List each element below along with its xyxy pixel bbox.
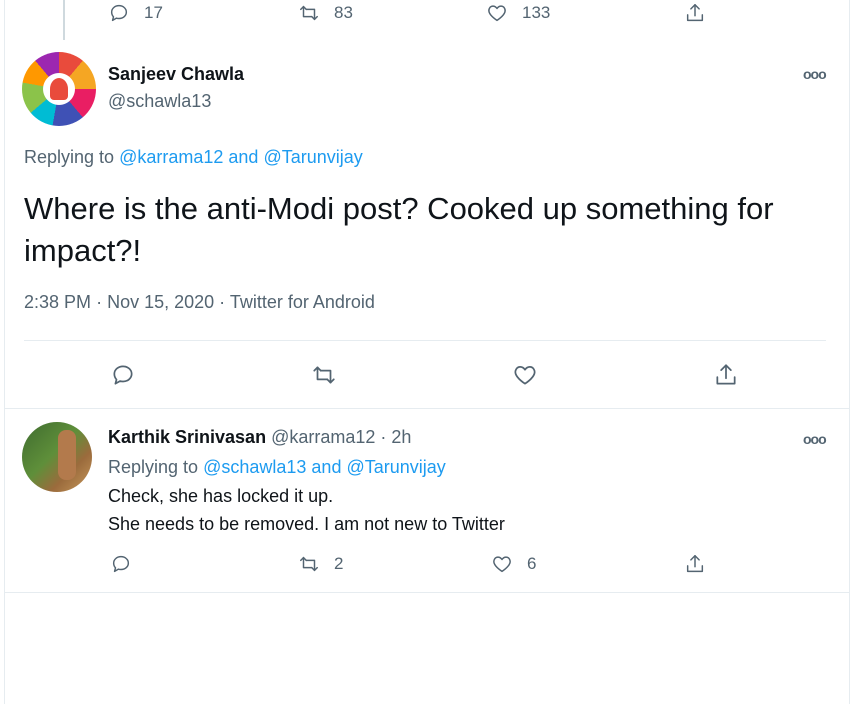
reply-icon xyxy=(112,555,130,573)
retweet-icon xyxy=(300,556,318,572)
reply-mention-tarunvijay[interactable]: @Tarunvijay xyxy=(263,147,362,167)
tweet-source[interactable]: Twitter for Android xyxy=(230,292,375,312)
more-icon[interactable]: ooo xyxy=(803,431,827,447)
prev-retweet-count: 83 xyxy=(334,3,353,22)
prev-like-count: 133 xyxy=(522,3,551,22)
tweet-body-text: Where is the anti-Modi post? Cooked up s… xyxy=(24,191,774,268)
reply-share-button[interactable] xyxy=(684,553,706,575)
replying-prefix: Replying to xyxy=(108,457,199,477)
retweet-button[interactable] xyxy=(311,362,337,388)
reply-like-button[interactable]: 6 xyxy=(491,553,536,575)
prev-reply-button[interactable]: 17 xyxy=(108,2,163,24)
meta-separator: · xyxy=(219,292,226,312)
like-icon xyxy=(488,5,506,22)
reply-replying-to: Replying to @schawla13 and @Tarunvijay xyxy=(108,457,446,478)
reply-mention-tarunvijay[interactable]: @Tarunvijay xyxy=(346,457,445,477)
reply-and: and xyxy=(311,457,342,477)
tweet-meta: 2:38 PM · Nov 15, 2020 · Twitter for And… xyxy=(24,292,375,313)
author-name[interactable]: Sanjeev Chawla xyxy=(108,64,244,85)
retweet-icon xyxy=(313,366,335,384)
share-button[interactable] xyxy=(713,362,739,388)
avatar-sanjeev-chawla[interactable] xyxy=(22,52,96,126)
author-handle[interactable]: @schawla13 xyxy=(108,91,211,112)
reply-and: and xyxy=(228,147,259,167)
reply-body-line-1: Check, she has locked it up. xyxy=(108,486,334,506)
thread-connector-line xyxy=(63,0,65,40)
reply-mention-karrama12[interactable]: @karrama12 xyxy=(119,147,223,167)
reply-mention-schawla13[interactable]: @schawla13 xyxy=(203,457,306,477)
reply-header: Karthik Srinivasan @karrama12 · 2h xyxy=(108,427,411,448)
prev-retweet-button[interactable]: 83 xyxy=(298,2,353,24)
meta-separator: · xyxy=(380,427,387,447)
prev-reply-count: 17 xyxy=(144,3,163,22)
reply-button[interactable] xyxy=(110,362,136,388)
tweet-date[interactable]: Nov 15, 2020 xyxy=(107,292,214,312)
prev-like-button[interactable]: 133 xyxy=(486,2,550,24)
share-icon xyxy=(686,555,704,573)
reply-body-line-2: She needs to be removed. I am not new to… xyxy=(108,514,505,534)
meta-separator: · xyxy=(96,292,103,312)
replying-to: Replying to @karrama12 and @Tarunvijay xyxy=(24,147,363,168)
like-button[interactable] xyxy=(512,362,538,388)
divider xyxy=(4,592,850,593)
divider xyxy=(24,340,826,341)
reply-retweet-button[interactable]: 2 xyxy=(298,553,343,575)
like-icon xyxy=(493,556,511,573)
reply-reply-button[interactable] xyxy=(110,553,132,575)
reply-like-count: 6 xyxy=(527,554,537,573)
like-icon xyxy=(514,366,536,385)
reply-icon xyxy=(113,365,133,385)
divider xyxy=(4,408,850,409)
share-icon xyxy=(716,364,736,385)
prev-share-button[interactable] xyxy=(684,2,706,24)
reply-age[interactable]: 2h xyxy=(391,427,411,447)
replying-prefix: Replying to xyxy=(24,147,115,167)
more-icon[interactable]: ooo xyxy=(803,66,827,82)
reply-retweet-count: 2 xyxy=(334,554,344,573)
avatar-karthik-srinivasan[interactable] xyxy=(22,422,92,492)
share-icon xyxy=(686,4,704,22)
tweet-time[interactable]: 2:38 PM xyxy=(24,292,91,312)
retweet-icon xyxy=(300,5,318,21)
reply-author-name[interactable]: Karthik Srinivasan xyxy=(108,427,266,447)
reply-author-handle[interactable]: @karrama12 xyxy=(271,427,375,447)
reply-icon xyxy=(110,4,128,22)
